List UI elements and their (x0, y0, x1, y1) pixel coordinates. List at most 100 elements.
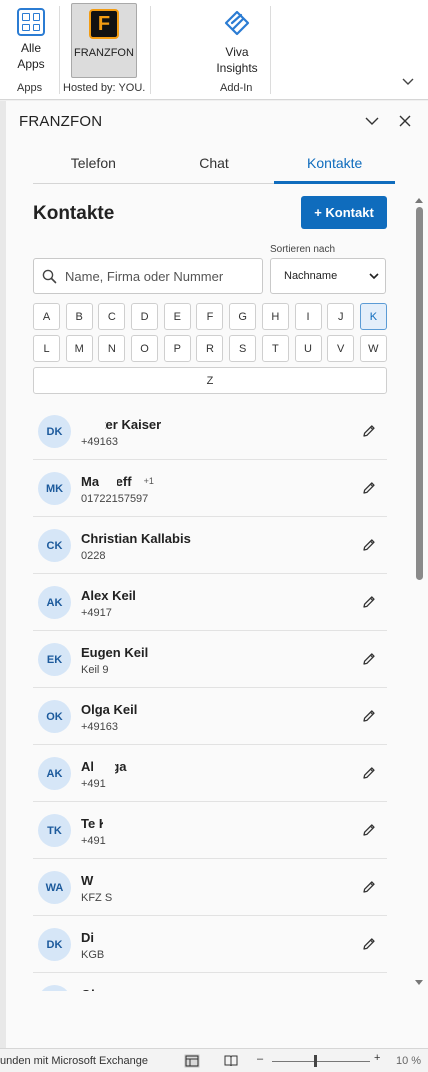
redaction-mask (117, 779, 173, 793)
addin-group-label: Add-In (220, 82, 253, 94)
redaction-mask (113, 608, 185, 622)
letter-filter-c[interactable]: C (98, 303, 126, 330)
letter-filter-i[interactable]: I (294, 303, 322, 330)
tab-telefon[interactable]: Telefon (33, 147, 154, 183)
tab-chat[interactable]: Chat (154, 147, 275, 183)
pencil-icon[interactable] (361, 594, 377, 610)
contact-name-text: Alex Keil (81, 588, 136, 603)
letter-filter-d[interactable]: D (131, 303, 159, 330)
zoom-in-button[interactable]: + (374, 1052, 380, 1064)
scrollbar-thumb[interactable] (416, 207, 423, 580)
franzfon-pane: FRANZFON Telefon Chat Kontakte Kontakte … (0, 101, 428, 1048)
contact-row[interactable]: DK Di KGB (33, 916, 387, 973)
avatar: DK (38, 415, 71, 448)
pencil-icon[interactable] (361, 879, 377, 895)
contact-row[interactable]: AK Alex Keil +4917 (33, 574, 387, 631)
letter-filter-l[interactable]: L (33, 335, 60, 362)
pencil-icon[interactable] (361, 537, 377, 553)
letter-filter-u[interactable]: U (294, 335, 322, 362)
franzfon-button[interactable]: F FRANZFON (71, 3, 137, 78)
letter-filter-n[interactable]: N (98, 335, 126, 362)
pencil-icon[interactable] (361, 765, 377, 781)
close-icon[interactable] (399, 115, 411, 127)
zoom-out-button[interactable]: – (257, 1053, 263, 1065)
letter-filter-t[interactable]: T (261, 335, 289, 362)
contact-name-text: Christian Kallabis (81, 531, 191, 546)
letter-filter-z[interactable]: Z (33, 367, 387, 394)
letter-filter-b[interactable]: B (65, 303, 93, 330)
normal-view-icon[interactable] (184, 1054, 200, 1068)
search-input[interactable] (65, 268, 255, 284)
pencil-icon[interactable] (361, 936, 377, 952)
letter-filter-w[interactable]: W (359, 335, 387, 362)
sort-select[interactable]: Nachname (270, 258, 386, 294)
contact-detail: KFZ S (81, 892, 113, 904)
search-icon (42, 269, 57, 283)
pencil-icon[interactable] (361, 423, 377, 439)
contact-row[interactable]: AKAl Olga+491 (33, 745, 387, 802)
letter-filter-p[interactable]: P (163, 335, 191, 362)
tab-bar: Telefon Chat Kontakte (33, 147, 395, 184)
redaction-mask (95, 931, 135, 945)
letter-filter-e[interactable]: E (163, 303, 191, 330)
contact-row[interactable]: OKOk (33, 973, 387, 991)
contact-name: W (81, 873, 93, 888)
contact-name: Christian Kallabis (81, 531, 191, 546)
page-title: Kontakte (33, 203, 115, 224)
pane-title: FRANZFON (19, 113, 103, 130)
pencil-icon[interactable] (361, 822, 377, 838)
letter-filter-f[interactable]: F (196, 303, 224, 330)
contact-row[interactable]: WA W KFZ S (33, 859, 387, 916)
viva-insights-label: Viva Insights (216, 45, 258, 75)
avatar: OK (38, 985, 71, 991)
letter-filter-h[interactable]: H (261, 303, 289, 330)
contact-detail: Keil 9 (81, 664, 109, 676)
contact-detail: +49163 (81, 436, 119, 448)
letter-filter-g[interactable]: G (229, 303, 257, 330)
pencil-icon[interactable] (361, 708, 377, 724)
all-apps-label: Alle Apps (17, 41, 45, 71)
avatar: CK (38, 529, 71, 562)
contact-row[interactable]: CK Christian Kallabis 0228 (33, 517, 387, 574)
contact-row[interactable]: TKTe KFZ+491 (33, 802, 387, 859)
contact-name: Alex Keil (81, 588, 136, 603)
letter-filter-o[interactable]: O (131, 335, 159, 362)
zoom-slider[interactable] (272, 1061, 370, 1062)
contact-row[interactable]: DK Dieter Kaiser +49163 (33, 403, 387, 460)
contact-name-text: Olga Keil (81, 702, 138, 717)
chevron-down-icon[interactable] (402, 78, 414, 86)
scroll-up-icon[interactable] (414, 197, 424, 204)
contact-name-text: Di (81, 930, 94, 945)
zoom-level[interactable]: 10 % (396, 1055, 421, 1067)
letter-filter-m[interactable]: M (65, 335, 93, 362)
letter-filter-a[interactable]: A (33, 303, 60, 330)
reading-view-icon[interactable] (223, 1054, 239, 1068)
scrollbar[interactable] (414, 197, 426, 997)
viva-insights-button[interactable]: Viva Insights (208, 3, 266, 76)
zoom-slider-thumb[interactable] (314, 1055, 317, 1067)
extra-number-badge: +1 (143, 476, 154, 486)
letter-filter-j[interactable]: J (327, 303, 355, 330)
letter-filter-v[interactable]: V (327, 335, 355, 362)
all-apps-button[interactable]: Alle Apps (12, 3, 50, 72)
contact-row[interactable]: MK Ma Kleff +1 01722157597 (33, 460, 387, 517)
letter-filter-r[interactable]: R (196, 335, 224, 362)
contact-list: DK Dieter Kaiser +49163 MK Ma Kleff +1 0172215… (33, 403, 387, 991)
letter-filter-k[interactable]: K (359, 303, 387, 330)
pencil-icon[interactable] (361, 480, 377, 496)
tab-kontakte[interactable]: Kontakte (274, 147, 395, 184)
contact-row[interactable]: EK Eugen Keil Keil 9 (33, 631, 387, 688)
letter-filter-s[interactable]: S (229, 335, 257, 362)
status-bar: unden mit Microsoft Exchange – + 10 % (0, 1048, 428, 1072)
redaction-mask (158, 437, 198, 451)
add-contact-button[interactable]: + Kontakt (301, 196, 387, 229)
apps-group-label: Apps (17, 82, 43, 94)
pencil-icon[interactable] (361, 651, 377, 667)
collapse-pane-icon[interactable] (365, 117, 379, 126)
contact-detail: KGB (81, 949, 105, 961)
redaction-mask (157, 551, 217, 565)
avatar: EK (38, 643, 71, 676)
scroll-down-icon[interactable] (414, 979, 424, 986)
contact-row[interactable]: OK Olga Keil +49163 (33, 688, 387, 745)
avatar: TK (38, 814, 71, 847)
